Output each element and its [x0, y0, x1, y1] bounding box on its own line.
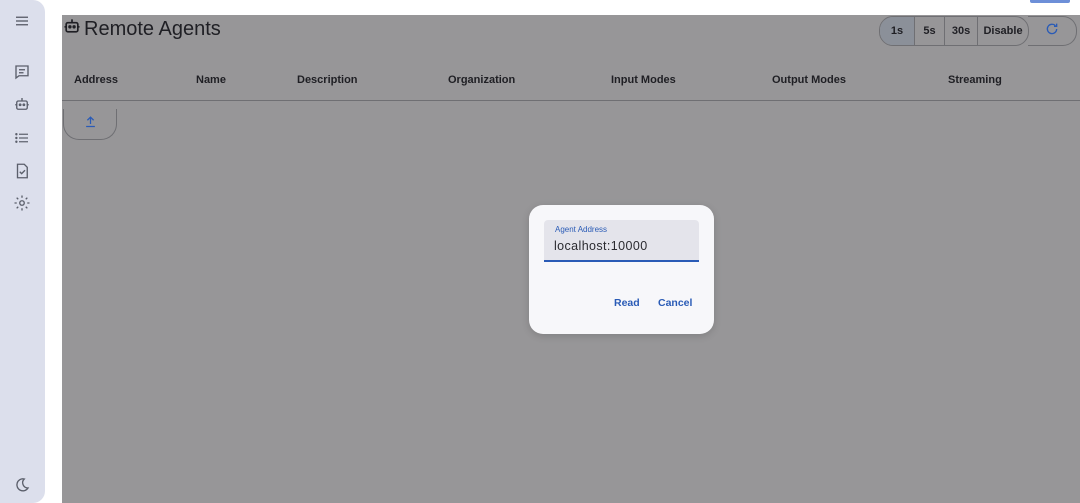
task-check-icon[interactable] — [11, 160, 33, 182]
top-strip — [62, 0, 1080, 15]
column-header-organization[interactable]: Organization — [448, 74, 515, 86]
list-icon[interactable] — [11, 127, 33, 149]
robot-icon[interactable] — [11, 93, 33, 115]
column-header-output-modes[interactable]: Output Modes — [772, 74, 846, 86]
cancel-button[interactable]: Cancel — [658, 297, 692, 309]
refresh-option-30s[interactable]: 30s — [944, 17, 977, 45]
refresh-button[interactable] — [1028, 16, 1077, 46]
upload-icon — [83, 114, 98, 134]
settings-icon[interactable] — [11, 192, 33, 214]
column-header-streaming[interactable]: Streaming — [948, 74, 1002, 86]
read-button[interactable]: Read — [614, 297, 640, 309]
refresh-icon — [1044, 21, 1060, 42]
column-header-name[interactable]: Name — [196, 74, 226, 86]
page-title: Remote Agents — [84, 17, 221, 40]
column-header-description[interactable]: Description — [297, 74, 358, 86]
agent-address-dialog: Agent Address Read Cancel — [529, 205, 714, 334]
refresh-option-disable[interactable]: Disable — [977, 17, 1028, 45]
nav-rail — [0, 0, 45, 503]
upload-agent-button[interactable] — [63, 109, 117, 140]
column-header-input-modes[interactable]: Input Modes — [611, 74, 676, 86]
menu-icon[interactable] — [11, 10, 33, 32]
agent-address-label: Agent Address — [555, 225, 608, 234]
top-accent — [1030, 0, 1070, 3]
refresh-option-5s[interactable]: 5s — [914, 17, 944, 45]
refresh-interval-control: 1s 5s 30s Disable — [879, 16, 1029, 46]
page-header: Remote Agents — [62, 15, 221, 45]
table-header: Address Name Description Organization In… — [62, 66, 1080, 101]
robot-icon — [62, 16, 82, 36]
dark-mode-icon[interactable] — [11, 474, 33, 496]
chat-icon[interactable] — [11, 61, 33, 83]
refresh-option-1s[interactable]: 1s — [880, 17, 914, 45]
agent-address-input[interactable] — [554, 237, 694, 255]
column-header-address[interactable]: Address — [74, 74, 118, 86]
agent-address-field[interactable]: Agent Address — [544, 220, 699, 262]
